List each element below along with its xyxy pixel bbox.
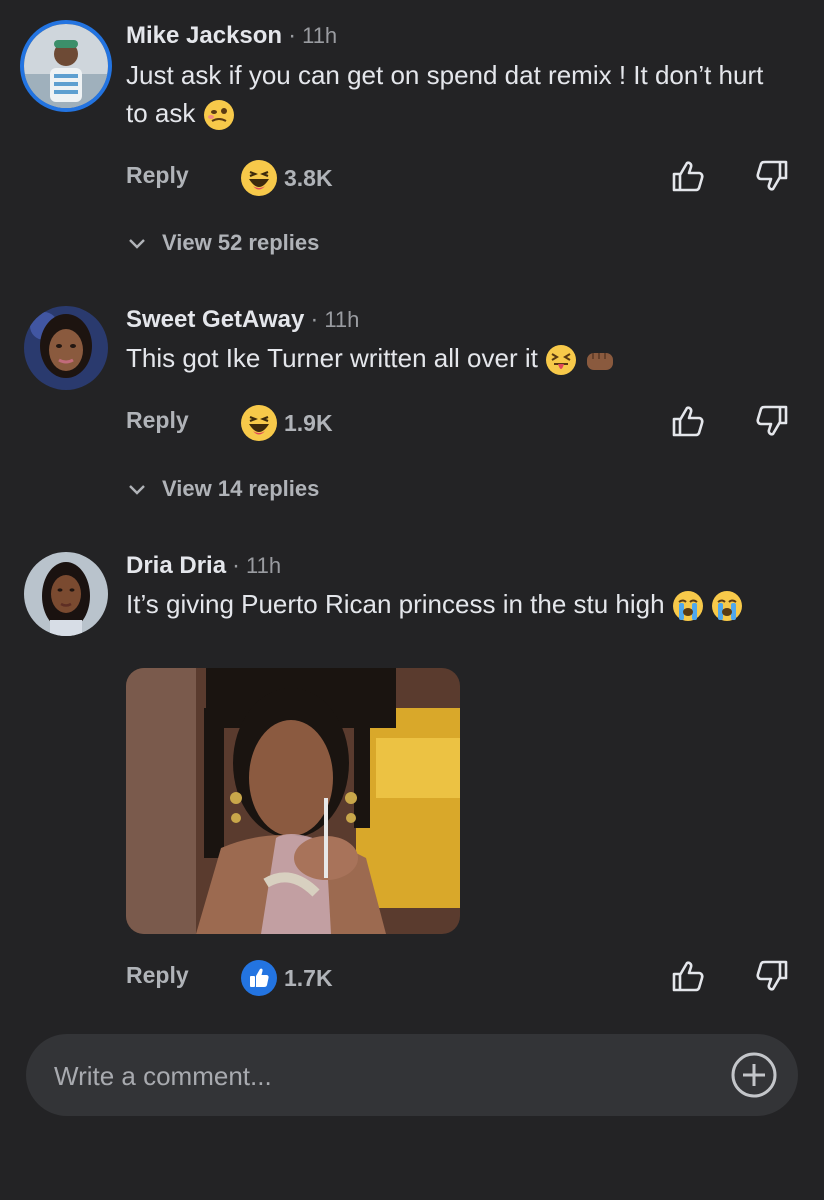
reply-button[interactable]: Reply (126, 962, 189, 989)
avatar[interactable] (24, 552, 108, 636)
comment-body: This got Ike Turner written all over it (126, 339, 786, 377)
comment-body: It’s giving Puerto Rican princess in the… (126, 585, 786, 623)
downvote-button[interactable] (754, 158, 790, 194)
downvote-button[interactable] (754, 958, 790, 994)
view-replies-label: View 14 replies (162, 476, 320, 501)
reply-button[interactable]: Reply (126, 407, 189, 434)
comment-actions: Reply 3.8K (126, 156, 796, 200)
comment-text: This got Ike Turner written all over it (126, 343, 538, 373)
separator: · (310, 306, 319, 333)
reply-button[interactable]: Reply (126, 162, 189, 189)
author-name[interactable]: Mike Jackson (126, 22, 282, 49)
timestamp[interactable]: 11h (324, 307, 359, 332)
reaction-summary[interactable]: 1.9K (240, 401, 333, 445)
chevron-down-icon (129, 485, 145, 495)
like-reaction-icon (241, 960, 277, 996)
reaction-count: 3.8K (284, 164, 333, 191)
squinting-face-with-tongue-icon (545, 344, 577, 376)
haha-reaction-icon (241, 160, 277, 196)
view-replies-link[interactable]: View 52 replies (126, 230, 319, 256)
author-line: Sweet GetAway · 11h (126, 306, 359, 334)
author-line: Mike Jackson · 11h (126, 22, 337, 50)
upvote-button[interactable] (670, 403, 706, 439)
reaction-count: 1.9K (284, 409, 333, 436)
haha-reaction-icon (241, 405, 277, 441)
thumbs-down-icon (756, 160, 788, 191)
comment-text: It’s giving Puerto Rican princess in the… (126, 589, 665, 619)
comment-input[interactable] (52, 1034, 716, 1118)
upvote-button[interactable] (670, 958, 706, 994)
comment-actions: Reply 1.9K (126, 401, 796, 445)
thumbs-down-icon (756, 960, 788, 991)
comment-actions: Reply 1.7K (126, 956, 796, 1000)
author-name[interactable]: Sweet GetAway (126, 306, 304, 333)
avatar[interactable] (24, 24, 108, 108)
loudly-crying-face-icon (711, 590, 743, 622)
chevron-down-icon (129, 239, 145, 249)
downvote-button[interactable] (754, 403, 790, 439)
upvote-button[interactable] (670, 158, 706, 194)
view-replies-link[interactable]: View 14 replies (126, 476, 319, 502)
reaction-summary[interactable]: 3.8K (240, 156, 333, 200)
author-line: Dria Dria · 11h (126, 552, 281, 580)
oncoming-fist-icon (584, 344, 616, 376)
timestamp[interactable]: 11h (302, 23, 337, 48)
thumbs-up-icon (672, 161, 704, 192)
gif-attachment[interactable] (126, 668, 460, 934)
timestamp[interactable]: 11h (246, 553, 281, 578)
add-attachment-button[interactable] (730, 1051, 778, 1099)
reaction-count: 1.7K (284, 964, 333, 991)
plus-circle-icon (731, 1052, 777, 1098)
comment-composer (26, 1034, 798, 1118)
separator: · (288, 22, 297, 49)
woozy-face-icon (203, 99, 235, 131)
comment-body: Just ask if you can get on spend dat rem… (126, 56, 786, 132)
loudly-crying-face-icon (672, 590, 704, 622)
thumbs-up-icon (672, 406, 704, 437)
reaction-summary[interactable]: 1.7K (240, 956, 333, 1000)
avatar[interactable] (24, 306, 108, 390)
separator: · (232, 552, 241, 579)
author-name[interactable]: Dria Dria (126, 552, 226, 579)
thumbs-down-icon (756, 405, 788, 436)
view-replies-label: View 52 replies (162, 230, 320, 255)
thumbs-up-icon (672, 961, 704, 992)
